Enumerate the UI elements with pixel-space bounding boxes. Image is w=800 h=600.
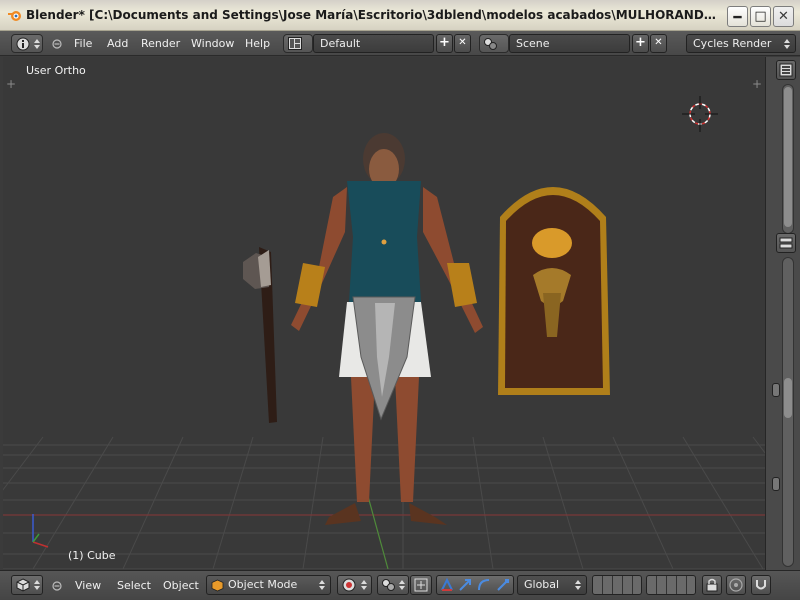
cube-icon bbox=[16, 578, 30, 592]
outliner-scroll-thumb[interactable] bbox=[784, 87, 792, 227]
pivot-point-selector[interactable] bbox=[377, 575, 409, 595]
window-title-bar[interactable]: Blender* [C:\Documents and Settings\Jose… bbox=[0, 0, 800, 31]
axis-gizmo bbox=[32, 514, 49, 548]
scene-dropdown[interactable]: Scene bbox=[509, 34, 630, 53]
outliner-editor-button[interactable] bbox=[776, 60, 796, 80]
magnet-icon bbox=[756, 580, 766, 590]
collapse-menu-icon[interactable] bbox=[52, 39, 62, 49]
blender-logo-icon bbox=[8, 11, 21, 21]
scene-name: Scene bbox=[516, 37, 550, 50]
object-mode-icon bbox=[211, 579, 224, 592]
properties-editor-button[interactable] bbox=[776, 233, 796, 253]
lock-icon bbox=[706, 578, 718, 592]
properties-resize-handle[interactable] bbox=[772, 383, 780, 397]
manipulate-center-button[interactable] bbox=[410, 575, 432, 595]
chevron-updown-icon bbox=[784, 39, 790, 49]
viewport-scene bbox=[3, 96, 765, 569]
collapse-menu-icon[interactable] bbox=[52, 581, 62, 591]
menu-select[interactable]: Select bbox=[117, 579, 151, 593]
scene-icon bbox=[484, 38, 497, 50]
remove-layout-button[interactable]: ✕ bbox=[454, 34, 471, 53]
info-icon bbox=[16, 37, 30, 51]
menu-help[interactable]: Help bbox=[245, 37, 270, 51]
properties-scroll-thumb[interactable] bbox=[784, 378, 792, 418]
chevron-updown-icon bbox=[319, 580, 325, 590]
3d-viewport[interactable]: User Ortho (1) Cube + + bbox=[3, 57, 765, 569]
manipulator-group bbox=[436, 575, 514, 595]
chevron-updown-icon bbox=[34, 39, 40, 49]
transform-orientation-label: Global bbox=[524, 578, 560, 591]
scale-icon[interactable] bbox=[495, 577, 511, 593]
menu-window[interactable]: Window bbox=[191, 37, 234, 51]
scene-selector[interactable] bbox=[479, 34, 509, 53]
floor-grid bbox=[3, 436, 765, 569]
center-points-icon bbox=[414, 578, 428, 592]
3d-cursor bbox=[682, 96, 718, 132]
add-layout-button[interactable]: + bbox=[436, 34, 453, 53]
layout-name: Default bbox=[320, 37, 361, 50]
window-title: Blender* [C:\Documents and Settings\Jose… bbox=[26, 8, 716, 22]
properties-panel-strip bbox=[765, 57, 800, 570]
add-scene-button[interactable]: + bbox=[632, 34, 649, 53]
chevron-updown-icon bbox=[34, 580, 40, 590]
axe-model bbox=[243, 247, 277, 423]
shield-model bbox=[498, 187, 610, 395]
warrior-model bbox=[291, 133, 483, 525]
properties-scrollbar[interactable] bbox=[782, 257, 794, 567]
menu-view[interactable]: View bbox=[75, 579, 101, 593]
outliner-scrollbar[interactable] bbox=[782, 84, 794, 234]
minimize-button[interactable]: 🗕 bbox=[727, 6, 748, 27]
maximize-button[interactable]: □ bbox=[750, 6, 771, 27]
active-object-label: (1) Cube bbox=[68, 549, 116, 562]
info-header: File Add Render Window Help Default + ✕ … bbox=[0, 31, 800, 56]
interaction-mode-dropdown[interactable]: Object Mode bbox=[206, 575, 331, 595]
proportional-edit-icon bbox=[729, 578, 743, 592]
toolshelf-toggle-icon[interactable]: + bbox=[6, 78, 16, 90]
screen-layout-selector[interactable] bbox=[283, 34, 313, 53]
snap-toggle-button[interactable] bbox=[751, 575, 771, 595]
scene-layers-row-2[interactable] bbox=[646, 575, 696, 595]
chevron-updown-icon bbox=[399, 580, 405, 590]
pivot-icon bbox=[382, 579, 395, 591]
editor-type-selector[interactable] bbox=[11, 34, 43, 53]
manipulator-toggle-icon[interactable] bbox=[439, 577, 455, 593]
view-mode-label: User Ortho bbox=[26, 64, 86, 77]
material-sphere-icon bbox=[342, 578, 356, 592]
menu-file[interactable]: File bbox=[74, 37, 92, 51]
menu-add[interactable]: Add bbox=[107, 37, 128, 51]
close-button[interactable]: ✕ bbox=[773, 6, 794, 27]
proportional-editing-button[interactable] bbox=[726, 575, 746, 595]
rotate-icon[interactable] bbox=[476, 577, 492, 593]
layout-icon bbox=[288, 37, 302, 50]
layer-lock-button[interactable] bbox=[702, 575, 722, 595]
layout-dropdown[interactable]: Default bbox=[313, 34, 434, 53]
outliner-icon bbox=[779, 63, 793, 77]
render-engine-name: Cycles Render bbox=[693, 37, 772, 50]
chevron-updown-icon bbox=[575, 580, 581, 590]
properties-toggle-icon[interactable]: + bbox=[752, 78, 762, 90]
menu-render[interactable]: Render bbox=[141, 37, 180, 51]
view3d-editor-type-selector[interactable] bbox=[11, 575, 43, 595]
transform-orientation-dropdown[interactable]: Global bbox=[517, 575, 587, 595]
menu-object[interactable]: Object bbox=[163, 579, 199, 593]
viewport-shading-selector[interactable] bbox=[337, 575, 372, 595]
chevron-updown-icon bbox=[361, 580, 367, 590]
view3d-header: View Select Object Object Mode Global bbox=[0, 570, 800, 600]
interaction-mode-label: Object Mode bbox=[228, 578, 298, 591]
remove-scene-button[interactable]: ✕ bbox=[650, 34, 667, 53]
translate-icon[interactable] bbox=[457, 577, 473, 593]
render-engine-dropdown[interactable]: Cycles Render bbox=[686, 34, 796, 53]
properties-icon bbox=[779, 237, 793, 249]
properties-resize-handle-2[interactable] bbox=[772, 477, 780, 491]
scene-layers-row-1[interactable] bbox=[592, 575, 642, 595]
